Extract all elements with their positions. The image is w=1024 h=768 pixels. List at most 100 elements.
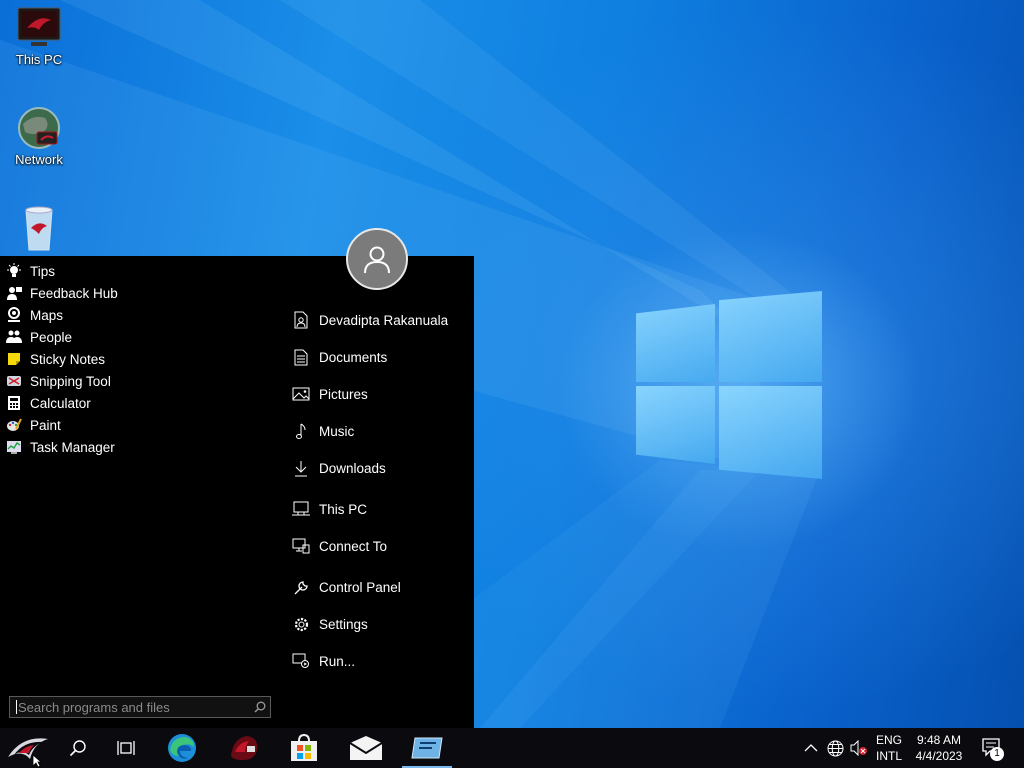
show-hidden-icons-button[interactable] (800, 728, 822, 768)
language-code: ENG (875, 733, 902, 747)
feedback-hub-icon (6, 285, 22, 301)
app-item-sticky-notes[interactable]: Sticky Notes (6, 348, 266, 370)
place-label: Music (319, 423, 355, 439)
app-label: Paint (30, 417, 61, 433)
user-avatar[interactable] (346, 228, 408, 290)
taskbar-app-store[interactable] (286, 728, 322, 768)
search-magnifier-icon[interactable] (250, 701, 270, 713)
desktop-icon-recycle-bin[interactable] (7, 204, 71, 251)
clock-date: 4/4/2023 (915, 749, 963, 763)
mouse-cursor-icon (32, 754, 42, 768)
app-label: Tips (30, 263, 56, 279)
start-search-box[interactable] (9, 696, 271, 718)
input-language-indicator[interactable]: ENG INTL (872, 728, 906, 768)
paint-palette-icon (6, 417, 22, 433)
recycle-bin-icon (17, 204, 61, 251)
place-this-pc[interactable]: This PC (292, 497, 468, 521)
keyboard-layout: INTL (875, 749, 902, 763)
place-connect-to[interactable]: Connect To (292, 534, 468, 558)
start-menu: Tips Feedback Hub Maps People Sticky Not… (0, 228, 474, 728)
clock[interactable]: 9:48 AM 4/4/2023 (908, 728, 970, 768)
search-icon (69, 740, 86, 757)
taskbar-app-open-shell[interactable] (402, 728, 452, 768)
task-view-icon (117, 741, 135, 755)
clock-time: 9:48 AM (916, 733, 962, 747)
app-item-people[interactable]: People (6, 326, 266, 348)
search-input[interactable] (10, 699, 250, 715)
place-label: Devadipta Rakanuala (319, 312, 449, 328)
store-icon (291, 733, 317, 761)
place-settings[interactable]: Settings (292, 612, 468, 636)
app-item-paint[interactable]: Paint (6, 414, 266, 436)
rog-armoury-icon (231, 736, 258, 760)
app-item-task-manager[interactable]: Task Manager (6, 436, 266, 458)
app-label: Feedback Hub (30, 285, 118, 301)
app-label: Maps (30, 307, 64, 323)
open-shell-icon (411, 737, 443, 759)
connect-to-icon (292, 537, 310, 555)
taskbar-search-button[interactable] (62, 728, 94, 768)
taskbar-app-edge[interactable] (162, 728, 202, 768)
network-tray-button[interactable] (824, 728, 846, 768)
place-label: Control Panel (319, 579, 401, 595)
place-pictures[interactable]: Pictures (292, 382, 468, 406)
gear-icon (292, 615, 310, 633)
rog-monitor-icon (17, 6, 61, 50)
place-user-folder[interactable]: Devadipta Rakanuala (292, 308, 468, 332)
user-folder-icon (292, 311, 310, 329)
place-label: Documents (319, 349, 388, 365)
place-label: Pictures (319, 386, 368, 402)
calculator-icon (6, 395, 22, 411)
app-label: Calculator (30, 395, 91, 411)
start-button[interactable] (0, 728, 56, 768)
place-label: Connect To (319, 538, 388, 554)
app-item-maps[interactable]: Maps (6, 304, 266, 326)
desktop-icon-label: Network (15, 152, 63, 167)
desktop-icon-label: This PC (15, 52, 63, 67)
desktop-icon-network[interactable]: Network (7, 106, 71, 167)
action-center-button[interactable]: 1 (976, 728, 1010, 768)
app-label: Sticky Notes (30, 351, 106, 367)
place-run[interactable]: Run... (292, 649, 468, 673)
mail-icon (349, 736, 383, 760)
wrench-icon (292, 578, 310, 596)
place-label: This PC (319, 501, 368, 517)
download-arrow-icon (292, 459, 310, 477)
app-label: Snipping Tool (30, 373, 111, 389)
task-manager-icon (6, 439, 22, 455)
scissors-icon (6, 373, 22, 389)
sticky-notes-icon (6, 351, 22, 367)
place-label: Downloads (319, 460, 386, 476)
start-rog-logo-icon (8, 738, 48, 759)
notification-count-badge: 1 (990, 747, 1004, 761)
picture-icon (292, 385, 310, 403)
network-globe-icon (17, 106, 61, 150)
place-label: Settings (319, 616, 368, 632)
place-control-panel[interactable]: Control Panel (292, 575, 468, 599)
place-downloads[interactable]: Downloads (292, 456, 468, 480)
app-item-snipping-tool[interactable]: Snipping Tool (6, 370, 266, 392)
place-music[interactable]: Music (292, 419, 468, 443)
edge-icon (168, 734, 196, 762)
lightbulb-icon (6, 263, 22, 279)
app-item-feedback-hub[interactable]: Feedback Hub (6, 282, 266, 304)
computer-icon (292, 500, 310, 518)
run-icon (292, 652, 310, 670)
taskbar-app-mail[interactable] (346, 728, 386, 768)
desktop-icon-this-pc[interactable]: This PC (7, 6, 71, 67)
app-item-tips[interactable]: Tips (6, 260, 266, 282)
task-view-button[interactable] (110, 728, 142, 768)
place-label: Run... (319, 653, 356, 669)
taskbar-app-armoury[interactable] (224, 728, 264, 768)
people-icon (6, 329, 22, 345)
volume-tray-button[interactable] (848, 728, 870, 768)
app-item-calculator[interactable]: Calculator (6, 392, 266, 414)
music-note-icon (292, 422, 310, 440)
pinned-app-list: Tips Feedback Hub Maps People Sticky Not… (6, 260, 266, 458)
app-label: Task Manager (30, 439, 115, 455)
globe-icon (827, 740, 843, 756)
taskbar: ENG INTL 9:48 AM 4/4/2023 1 (0, 728, 1024, 768)
place-documents[interactable]: Documents (292, 345, 468, 369)
document-icon (292, 348, 310, 366)
maps-pin-icon (6, 307, 22, 323)
